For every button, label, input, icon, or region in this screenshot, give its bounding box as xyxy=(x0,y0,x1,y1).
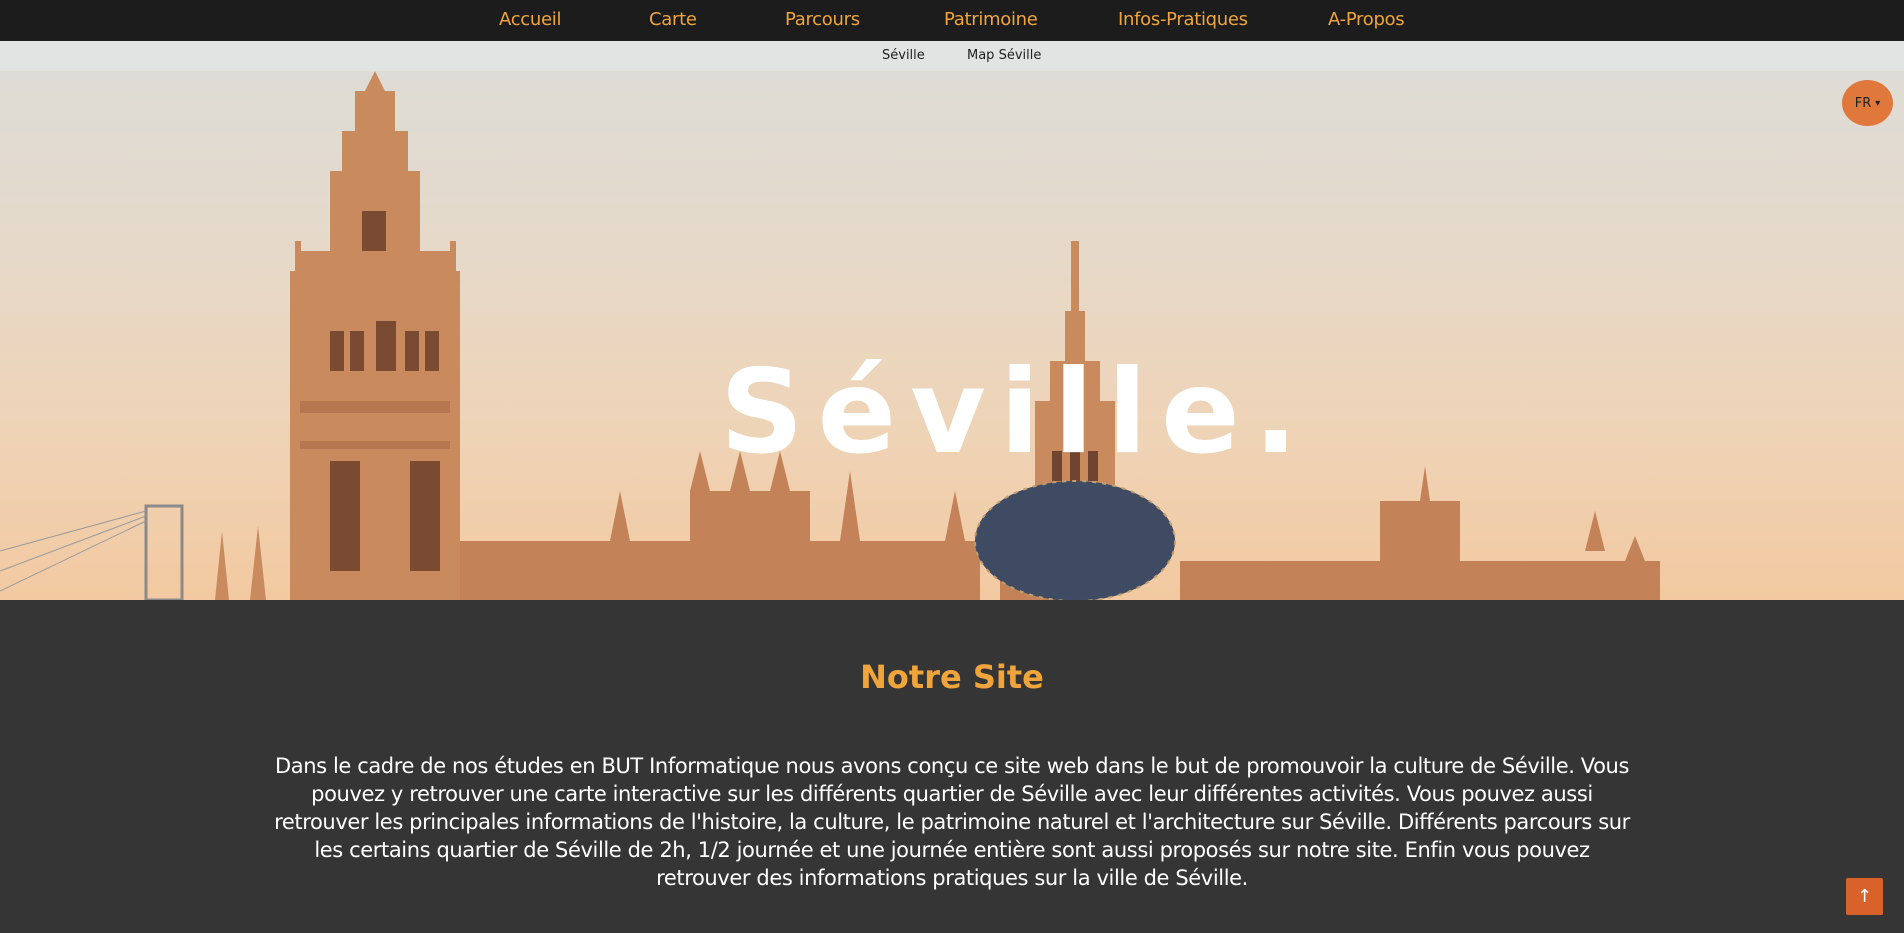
chevron-down-icon: ▾ xyxy=(1875,97,1881,109)
nav-link-infos-pratiques[interactable]: Infos-Pratiques xyxy=(1118,9,1248,30)
about-section: Notre Site Dans le cadre de nos études e… xyxy=(0,600,1904,933)
sub-navigation: Séville Map Séville xyxy=(0,41,1904,71)
language-selected-value: FR xyxy=(1854,95,1872,111)
section-description: Dans le cadre de nos études en BUT Infor… xyxy=(274,754,1630,890)
section-title: Notre Site xyxy=(860,658,1044,696)
nav-link-carte[interactable]: Carte xyxy=(649,9,697,30)
nav-link-patrimoine[interactable]: Patrimoine xyxy=(944,9,1038,30)
main-navigation: Accueil Carte Parcours Patrimoine Infos-… xyxy=(0,0,1904,41)
arrow-up-icon: ↑ xyxy=(1856,886,1873,907)
nav-link-parcours[interactable]: Parcours xyxy=(785,9,860,30)
nav-link-accueil[interactable]: Accueil xyxy=(499,9,561,30)
language-select[interactable]: FR ▾ xyxy=(1842,80,1893,126)
subnav-link-map-seville[interactable]: Map Séville xyxy=(967,48,1041,63)
hero-banner: Séville. xyxy=(0,71,1904,600)
hero-title: Séville. xyxy=(720,345,1312,480)
city-skyline-image xyxy=(0,71,1660,600)
nav-link-a-propos[interactable]: A-Propos xyxy=(1328,9,1405,30)
scroll-to-top-button[interactable]: ↑ xyxy=(1846,878,1883,915)
subnav-link-seville[interactable]: Séville xyxy=(882,48,925,63)
